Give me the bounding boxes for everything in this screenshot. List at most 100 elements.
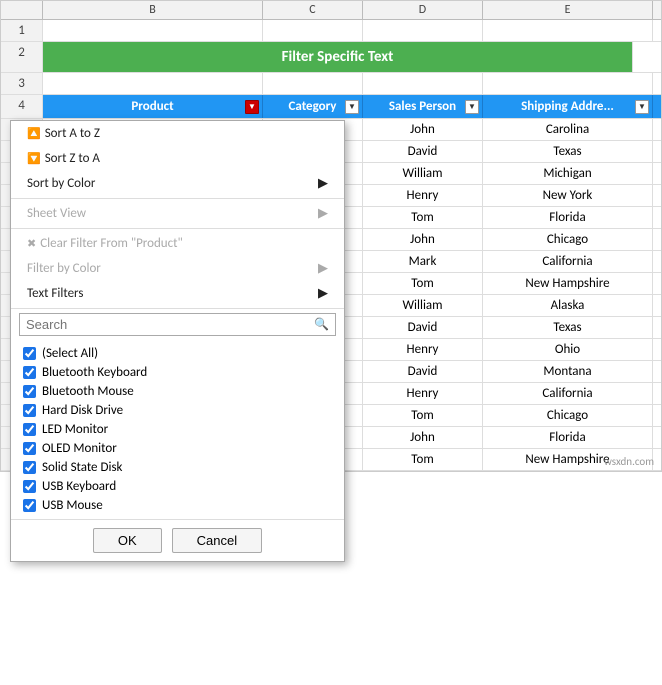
checkbox[interactable] xyxy=(23,366,36,379)
checkbox-label: (Select All) xyxy=(42,346,98,361)
product-filter-btn[interactable]: ▼ xyxy=(245,100,259,114)
sort-a-z[interactable]: 🔼 Sort A to Z xyxy=(11,121,344,146)
cell-14-d: David xyxy=(363,317,483,338)
divider-3 xyxy=(11,308,344,309)
col-b-header: B xyxy=(43,1,263,19)
cell-3c xyxy=(263,73,363,94)
sort-z-a[interactable]: 🔽 Sort Z to A xyxy=(11,146,344,171)
sort-za-icon: 🔽 xyxy=(27,152,41,165)
checkbox[interactable] xyxy=(23,442,36,455)
sheet-view: Sheet View ▶ xyxy=(11,201,344,226)
filter-by-color: Filter by Color ▶ xyxy=(11,256,344,281)
cell-16-e: Montana xyxy=(483,361,653,382)
cell-15-e: Ohio xyxy=(483,339,653,360)
rownum-2: 2 xyxy=(1,42,43,72)
checklist-item[interactable]: USB Mouse xyxy=(19,496,336,515)
checklist-item[interactable]: OLED Monitor xyxy=(19,439,336,458)
cell-10-e: Chicago xyxy=(483,229,653,250)
text-filters-label: Text Filters xyxy=(27,286,83,301)
checkbox[interactable] xyxy=(23,461,36,474)
salesperson-header[interactable]: Sales Person ▼ xyxy=(363,95,483,118)
checkbox[interactable] xyxy=(23,480,36,493)
cell-15-d: Henry xyxy=(363,339,483,360)
cell-12-e: New Hampshire xyxy=(483,273,653,294)
checkbox-label: Bluetooth Keyboard xyxy=(42,365,147,380)
row-2: 2 Filter Specific Text xyxy=(1,42,661,73)
col-header-row: B C D E xyxy=(1,1,661,20)
search-box[interactable]: 🔍 xyxy=(19,313,336,336)
title-cell: Filter Specific Text xyxy=(43,42,633,72)
row-3: 3 xyxy=(1,73,661,95)
checkbox[interactable] xyxy=(23,385,36,398)
sort-by-color[interactable]: Sort by Color ▶ xyxy=(11,171,344,196)
shipping-header[interactable]: Shipping Addre... ▼ xyxy=(483,95,653,118)
product-header[interactable]: Product ▼ xyxy=(43,95,263,118)
col-e-header: E xyxy=(483,1,653,19)
cell-1b xyxy=(43,20,263,41)
checklist-item[interactable]: Solid State Disk xyxy=(19,458,336,477)
filter-dropdown[interactable]: 🔼 Sort A to Z 🔽 Sort Z to A Sort by Colo… xyxy=(10,120,345,562)
corner-cell xyxy=(1,1,43,19)
dropdown-footer: OK Cancel xyxy=(11,519,344,561)
checkbox[interactable] xyxy=(23,404,36,417)
clear-icon: ✖ xyxy=(27,237,36,250)
salesperson-label: Sales Person xyxy=(389,99,456,114)
search-icon: 🔍 xyxy=(314,317,329,332)
arrow-icon: ▶ xyxy=(318,176,328,191)
cell-9-d: Tom xyxy=(363,207,483,228)
category-header[interactable]: Category ▼ xyxy=(263,95,363,118)
cell-16-d: David xyxy=(363,361,483,382)
checkbox-label: Bluetooth Mouse xyxy=(42,384,134,399)
checkbox-label: OLED Monitor xyxy=(42,441,117,456)
checklist-item[interactable]: Hard Disk Drive xyxy=(19,401,336,420)
sort-by-color-label: Sort by Color xyxy=(27,176,95,191)
salesperson-filter-btn[interactable]: ▼ xyxy=(465,100,479,114)
cell-3d xyxy=(363,73,483,94)
product-label: Product xyxy=(131,99,173,114)
cell-8-e: New York xyxy=(483,185,653,206)
cell-11-d: Mark xyxy=(363,251,483,272)
checkbox-label: USB Mouse xyxy=(42,498,103,513)
checkbox[interactable] xyxy=(23,347,36,360)
cell-19-e: Florida xyxy=(483,427,653,448)
rownum-3: 3 xyxy=(1,73,43,94)
cell-18-e: Chicago xyxy=(483,405,653,426)
sort-za-label: Sort Z to A xyxy=(45,151,100,166)
cell-8-d: Henry xyxy=(363,185,483,206)
cell-11-e: California xyxy=(483,251,653,272)
checkbox-label: Hard Disk Drive xyxy=(42,403,123,418)
checklist-item[interactable]: Bluetooth Keyboard xyxy=(19,363,336,382)
cell-1c xyxy=(263,20,363,41)
ok-button[interactable]: OK xyxy=(93,528,162,553)
cell-5-e: Carolina xyxy=(483,119,653,140)
clear-filter-label: Clear Filter From "Product" xyxy=(40,236,182,251)
text-filters[interactable]: Text Filters ▶ xyxy=(11,281,344,306)
cell-6-e: Texas xyxy=(483,141,653,162)
cell-7-d: William xyxy=(363,163,483,184)
sort-az-label: Sort A to Z xyxy=(45,126,100,141)
divider-1 xyxy=(11,198,344,199)
cell-18-d: Tom xyxy=(363,405,483,426)
checkbox[interactable] xyxy=(23,423,36,436)
checklist-item[interactable]: LED Monitor xyxy=(19,420,336,439)
checklist-item[interactable]: USB Keyboard xyxy=(19,477,336,496)
checkbox-label: Solid State Disk xyxy=(42,460,122,475)
checklist-item[interactable]: Bluetooth Mouse xyxy=(19,382,336,401)
category-filter-btn[interactable]: ▼ xyxy=(345,100,359,114)
checkbox[interactable] xyxy=(23,499,36,512)
rownum-4: 4 xyxy=(1,95,43,118)
search-input[interactable] xyxy=(26,317,314,332)
checklist-item[interactable]: (Select All) xyxy=(19,344,336,363)
shipping-filter-btn[interactable]: ▼ xyxy=(635,100,649,114)
arrow-icon-2: ▶ xyxy=(318,206,328,221)
cell-13-e: Alaska xyxy=(483,295,653,316)
cancel-button[interactable]: Cancel xyxy=(172,528,262,553)
checklist: (Select All) Bluetooth Keyboard Bluetooth … xyxy=(11,340,344,519)
cell-3e xyxy=(483,73,653,94)
cell-12-d: Tom xyxy=(363,273,483,294)
cell-17-e: California xyxy=(483,383,653,404)
arrow-icon-3: ▶ xyxy=(318,261,328,276)
row-4: 4 Product ▼ Category ▼ Sales Person ▼ Sh… xyxy=(1,95,661,119)
cell-13-d: William xyxy=(363,295,483,316)
cell-10-d: John xyxy=(363,229,483,250)
